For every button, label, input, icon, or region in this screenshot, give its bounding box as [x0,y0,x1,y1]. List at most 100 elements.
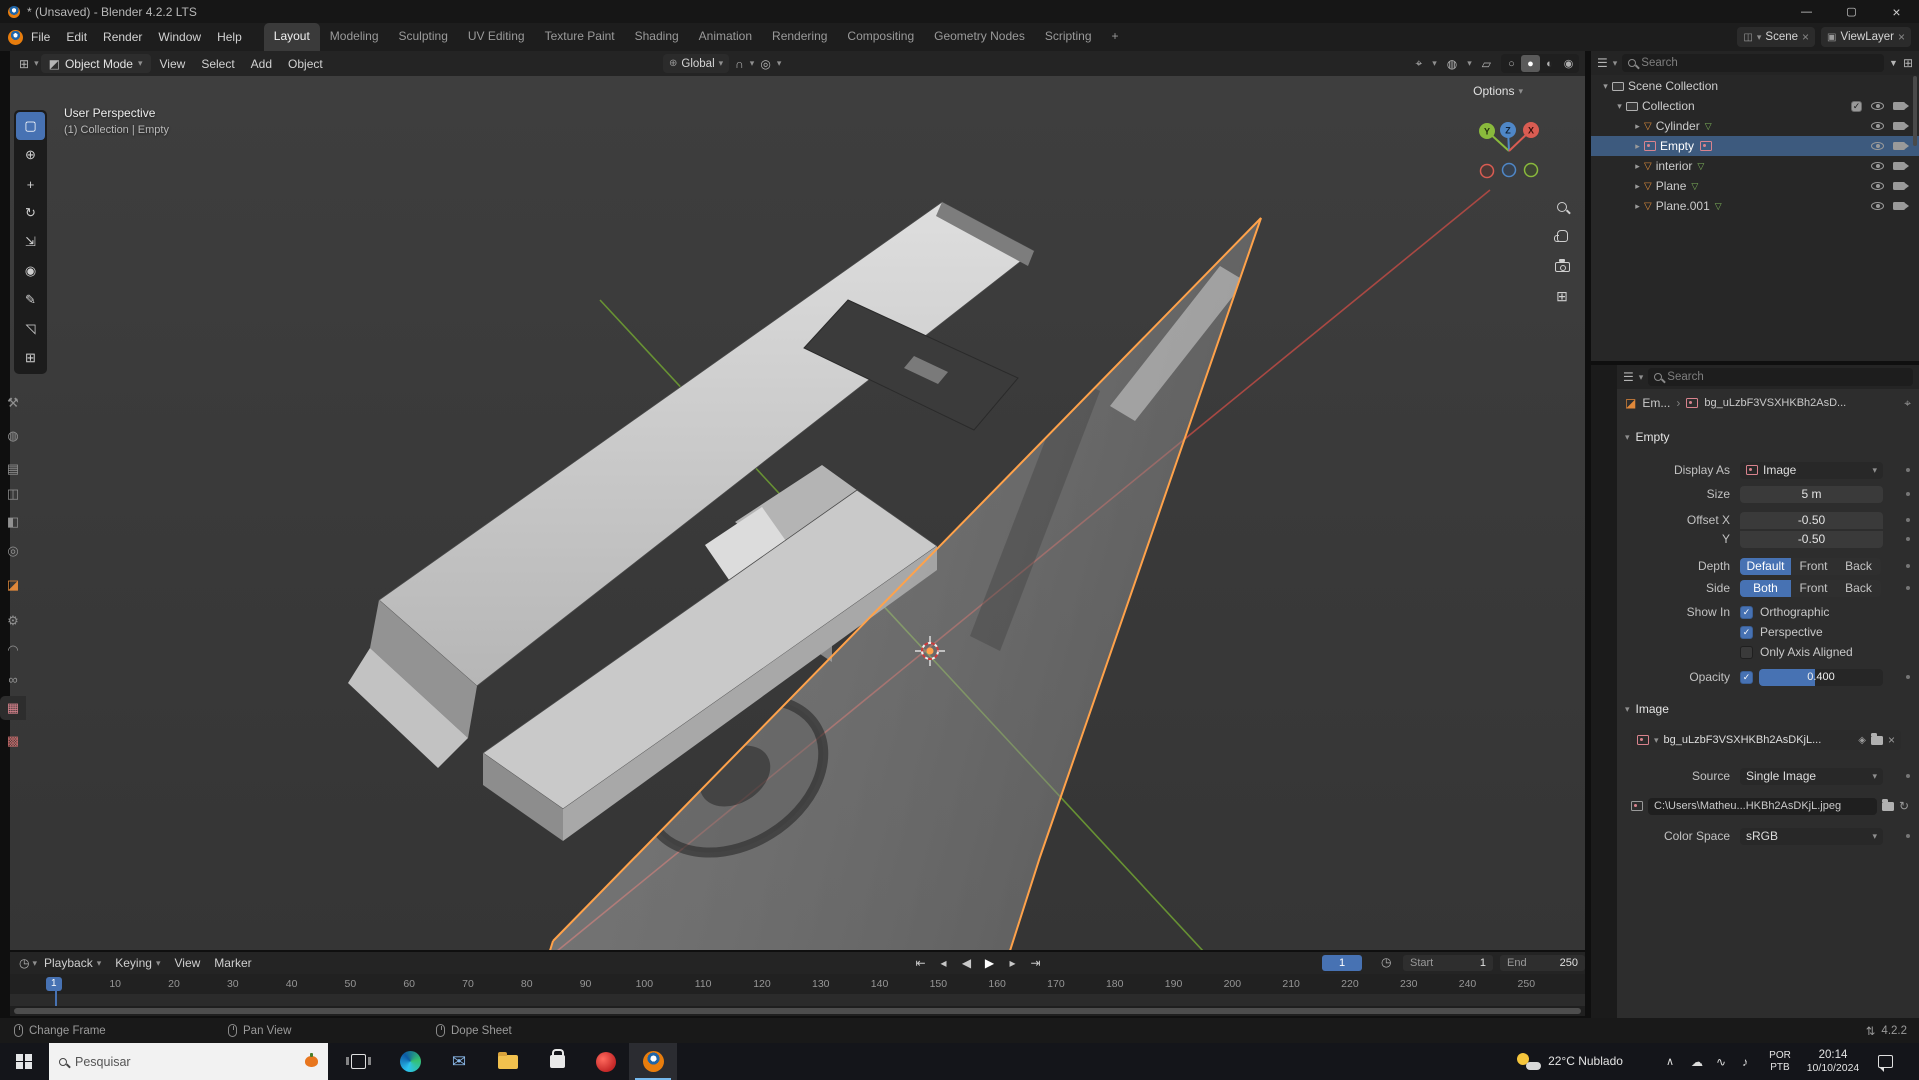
minimize-button[interactable]: — [1784,0,1829,23]
outliner-search[interactable] [1622,54,1885,72]
disable-in-render-icon[interactable] [1893,202,1909,210]
filepath-field[interactable]: C:\Users\Matheu...HKBh2AsDKjL.jpeg [1648,797,1877,815]
menu-help[interactable]: Help [209,23,250,51]
tab-texture[interactable]: ▩ [0,729,26,753]
gizmo-chevron-icon[interactable]: ▾ [1432,58,1437,69]
reload-image-icon[interactable]: ↻ [1899,799,1909,813]
panel-image-header[interactable]: ▾ Image [1617,700,1919,718]
shading-solid-icon[interactable]: ● [1521,55,1540,72]
tab-texture-paint[interactable]: Texture Paint [535,23,625,51]
tool-scale[interactable]: ⇲ [16,228,45,256]
shading-wireframe-icon[interactable]: ○ [1502,55,1521,72]
red-app-button[interactable] [582,1043,630,1080]
overlays-chevron-icon[interactable]: ▾ [1467,58,1472,69]
outliner-row-collection[interactable]: ▾ Collection ✓ [1591,96,1919,116]
tab-scene[interactable]: ◧ [0,510,26,534]
jump-to-start-button[interactable]: ⇤ [910,955,931,971]
viewport-3d[interactable]: User Perspective (1) Collection | Empty … [10,76,1585,950]
breadcrumb-data[interactable]: bg_uLzbF3VSXHKBh2AsD... [1704,397,1846,409]
add-workspace-button[interactable]: + [1102,23,1129,51]
auto-keying-icon[interactable]: ◷ [1378,955,1394,969]
move-view-button[interactable] [1551,225,1573,247]
outliner-row-plane-001[interactable]: ▸ ▽ Plane.001 ▽ [1591,196,1919,216]
toggle-ortho-button[interactable]: ⊞ [1551,285,1573,307]
tab-layout[interactable]: Layout [263,23,320,51]
menu-view[interactable]: View [167,956,207,970]
task-view-button[interactable] [334,1043,382,1080]
editor-type-chevron-icon[interactable]: ▾ [34,58,39,69]
gizmo-x-neg-axis[interactable] [1479,163,1495,179]
expand-arrow-icon[interactable]: ▾ [1599,81,1612,92]
open-image-folder-icon[interactable] [1870,733,1883,745]
filter-icon[interactable]: ▼ [1889,58,1898,68]
hide-in-viewport-icon[interactable] [1871,162,1884,170]
animate-dot[interactable] [1906,675,1910,679]
mode-selector[interactable]: ◩ Object Mode ▾ [40,54,151,73]
blender-taskbar-button[interactable] [629,1043,677,1080]
expand-arrow-icon[interactable]: ▸ [1631,161,1644,172]
playhead-tag[interactable]: 1 [46,977,62,991]
outliner-row-interior[interactable]: ▸ ▽ interior ▽ [1591,156,1919,176]
browse-image-chevron-icon[interactable]: ▾ [1654,735,1659,746]
expand-arrow-icon[interactable]: ▸ [1631,141,1644,152]
tab-scripting[interactable]: Scripting [1035,23,1102,51]
tool-cursor[interactable]: ⊕ [16,141,45,169]
expand-arrow-icon[interactable]: ▾ [1613,101,1626,112]
tab-compositing[interactable]: Compositing [837,23,924,51]
tool-move[interactable]: + [16,170,45,198]
expand-arrow-icon[interactable]: ▸ [1631,181,1644,192]
scene-selector[interactable]: ◫ ▾ Scene × [1737,27,1816,47]
start-button[interactable] [0,1043,48,1080]
hide-in-viewport-icon[interactable] [1871,202,1884,210]
menu-add[interactable]: Add [244,57,279,71]
expand-arrow-icon[interactable]: ▸ [1631,201,1644,212]
unlink-scene-icon[interactable]: × [1802,30,1809,44]
jump-to-end-button[interactable]: ⇥ [1025,955,1046,971]
orthographic-checkbox[interactable]: ✓ [1740,605,1753,619]
side-front-button[interactable]: Front [1791,579,1836,597]
timeline-ruler[interactable]: 1 10 20 30 40 50 60 70 80 90 100 110 120… [10,974,1585,994]
size-field[interactable]: 5 m [1740,485,1883,503]
timeline-editor-icon[interactable]: ◷ [16,956,32,970]
disable-in-render-icon[interactable] [1893,142,1909,150]
tab-shading[interactable]: Shading [625,23,689,51]
tray-volume-button[interactable]: ♪ [1734,1043,1756,1080]
mail-button[interactable]: ✉ [435,1043,483,1080]
weather-widget[interactable]: 22°C Nublado [1492,1043,1648,1080]
toggle-xray-icon[interactable]: ▱ [1479,57,1494,71]
menu-playback[interactable]: Playback ▾ [37,956,108,970]
disable-in-render-icon[interactable] [1893,162,1909,170]
tool-select-box[interactable]: ▢ [16,112,45,140]
next-keyframe-button[interactable]: ▸ [1002,955,1023,971]
timeline-scrollbar[interactable] [10,1006,1585,1016]
expand-arrow-icon[interactable]: ▸ [1631,121,1644,132]
taskbar-search-input[interactable] [75,1054,297,1069]
blender-menu-icon[interactable] [8,29,23,45]
close-button[interactable]: × [1874,0,1919,23]
tool-rotate[interactable]: ↻ [16,199,45,227]
side-both-button[interactable]: Both [1740,579,1791,597]
language-indicator[interactable]: POR PTB [1762,1043,1798,1080]
new-collection-icon[interactable]: ⊞ [1903,56,1913,70]
side-back-button[interactable]: Back [1836,579,1881,597]
current-frame-field[interactable]: 1 [1322,955,1362,971]
properties-search[interactable] [1648,368,1913,386]
edge-button[interactable] [386,1043,434,1080]
animate-dot[interactable] [1906,518,1910,522]
outliner-editor-icon[interactable]: ☰ [1597,56,1608,70]
tab-modeling[interactable]: Modeling [320,23,389,51]
shading-material-icon[interactable]: ◐ [1540,55,1559,72]
playhead-line[interactable] [55,991,57,1006]
animate-dot[interactable] [1906,564,1910,568]
tab-view-layer[interactable]: ◫ [0,482,26,506]
viewlayer-selector[interactable]: ▣ ViewLayer × [1821,27,1911,47]
gizmo-z-neg-axis[interactable] [1501,162,1517,178]
menu-view[interactable]: View [153,57,193,71]
disable-in-render-icon[interactable] [1893,102,1909,110]
outliner-row-empty[interactable]: ▸ Empty [1591,136,1919,156]
tool-add-cube[interactable]: ⊞ [16,344,45,372]
collection-checkbox[interactable]: ✓ [1851,100,1862,112]
outliner-row-plane[interactable]: ▸ ▽ Plane ▽ [1591,176,1919,196]
prev-keyframe-button[interactable]: ◂ [933,955,954,971]
menu-object[interactable]: Object [281,57,330,71]
